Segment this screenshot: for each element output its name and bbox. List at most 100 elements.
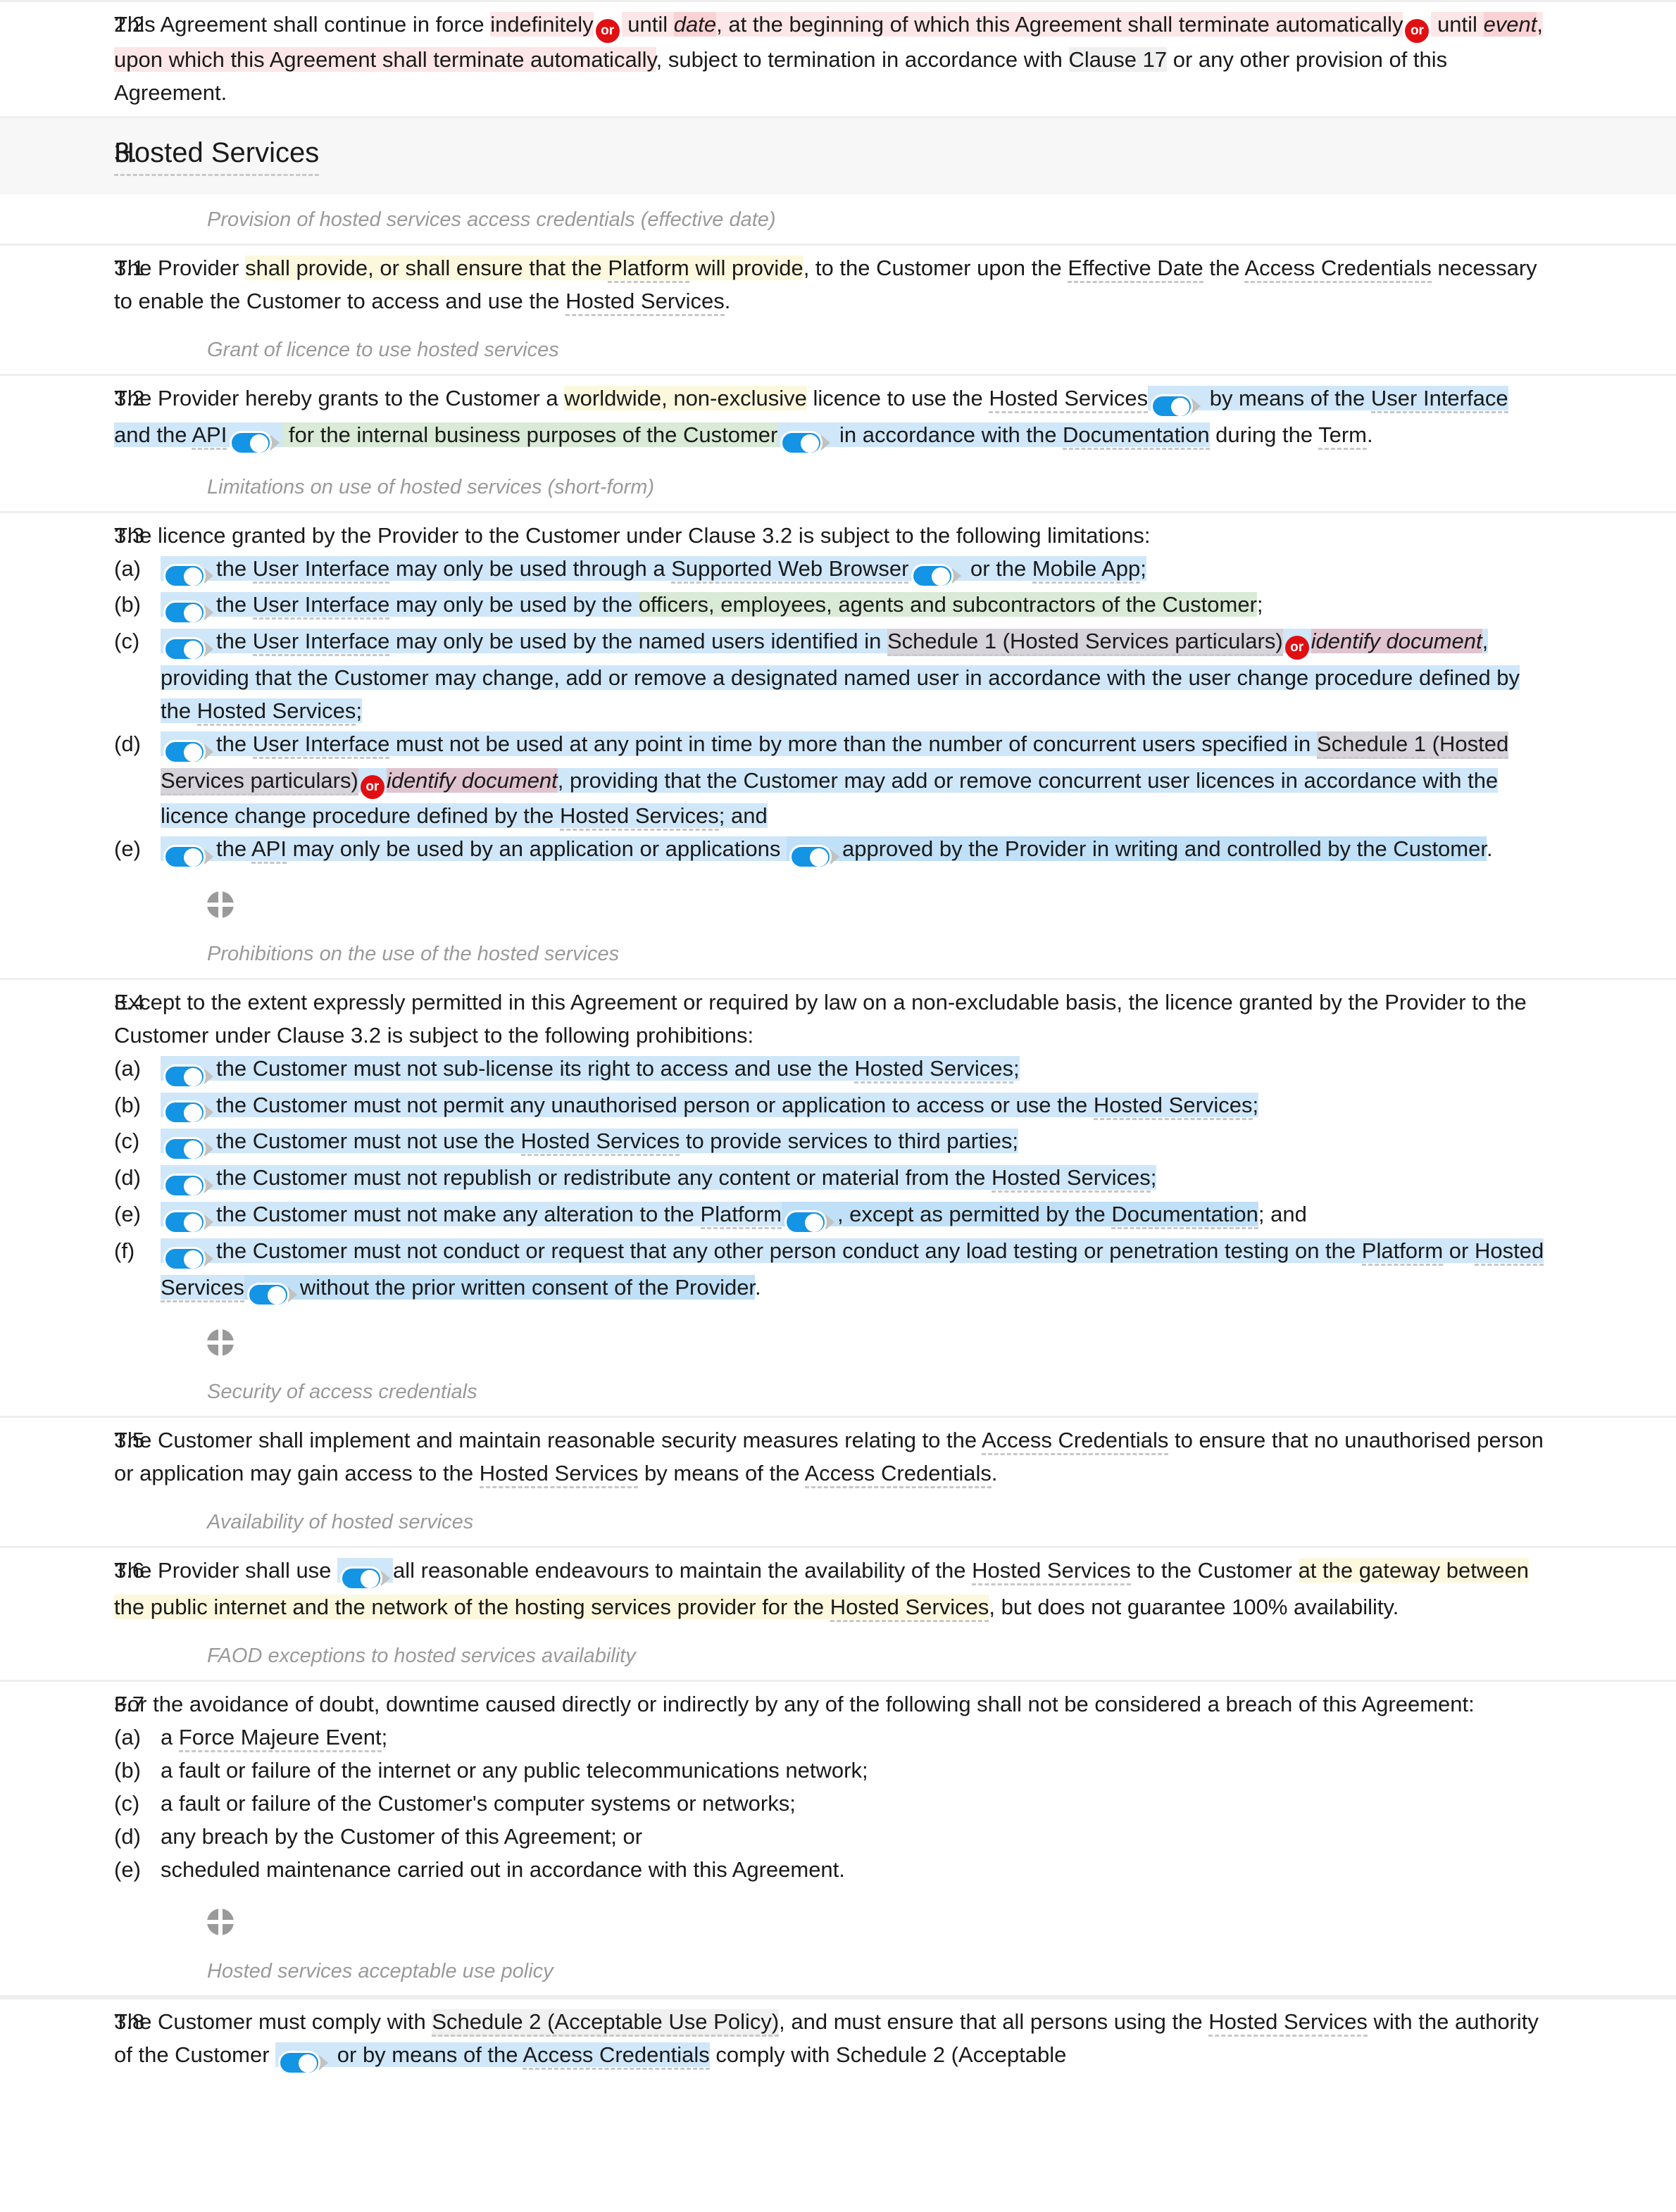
optional-block[interactable]: the User Interface may only be used by t…	[161, 592, 639, 625]
toggle-switch-on[interactable]	[163, 739, 213, 764]
cross-reference-schedule-2[interactable]: Schedule 2 (Acceptable Use Policy)	[432, 2009, 780, 2037]
option-indefinitely[interactable]: indefinitely	[490, 12, 594, 37]
list-item[interactable]: (c) a fault or failure of the Customer's…	[114, 1787, 1549, 1820]
defined-term-user-interface[interactable]: User Interface	[1370, 386, 1508, 413]
optional-block[interactable]: the User Interface may only be used thro…	[161, 555, 909, 589]
toggle-switch-on[interactable]	[163, 1209, 213, 1234]
cross-reference-schedule-1[interactable]: Schedule 1 (Hosted Services particulars)	[887, 629, 1283, 657]
optional-block[interactable]: the API may only be used by an applicati…	[161, 836, 787, 869]
move-handle-icon[interactable]	[207, 891, 234, 918]
clause-3-3[interactable]: 3.3 The licence granted by the Provider …	[0, 513, 1676, 876]
section-heading-3[interactable]: 3. Hosted Services	[0, 116, 1676, 194]
list-item[interactable]: (b) the Customer must not permit any una…	[114, 1088, 1549, 1125]
optional-block-documentation[interactable]: in accordance with the Documentation	[777, 422, 1210, 455]
or-badge-icon[interactable]: or	[595, 19, 620, 43]
clause-3-4[interactable]: 3.4 Except to the extent expressly permi…	[0, 980, 1676, 1314]
optional-block[interactable]: the Customer must not use the Hosted Ser…	[161, 1129, 1018, 1162]
optional-block[interactable]: the Customer must not permit any unautho…	[161, 1092, 1259, 1125]
optional-block[interactable]: the Customer must not sub-license its ri…	[161, 1055, 1020, 1088]
defined-term-user-interface[interactable]: User Interface	[252, 555, 390, 584]
toggle-switch-on[interactable]	[163, 1100, 213, 1125]
defined-term-hosted-services[interactable]: Hosted Services	[196, 698, 356, 727]
optional-block[interactable]: the User Interface must not be used at a…	[161, 731, 1509, 831]
defined-term-documentation[interactable]: Documentation	[1111, 1201, 1258, 1229]
list-item[interactable]: (d) the Customer must not republish or r…	[114, 1161, 1549, 1198]
clause-3-2[interactable]: 3.2 The Provider hereby grants to the Cu…	[0, 376, 1676, 462]
clause-3-1[interactable]: 3.1 The Provider shall provide, or shall…	[0, 246, 1676, 325]
toggle-switch-on[interactable]	[246, 1283, 297, 1307]
toggle-switch-on[interactable]	[789, 844, 839, 869]
defined-term-hosted-services[interactable]: Hosted Services	[520, 1129, 680, 1157]
toggle-switch-on[interactable]	[163, 1137, 213, 1162]
clause-3-7[interactable]: 3.7 For the avoidance of doubt, downtime…	[0, 1682, 1676, 1893]
defined-term-api[interactable]: API	[192, 422, 227, 450]
optional-block[interactable]: the User Interface may only be used by t…	[161, 629, 1520, 727]
cross-reference-clause-17[interactable]: Clause 17	[1068, 47, 1168, 72]
defined-term-hosted-services[interactable]: Hosted Services	[992, 1165, 1151, 1193]
clause-3-8[interactable]: 3.8 The Customer must comply with Schedu…	[0, 1997, 1676, 2082]
defined-term-hosted-services[interactable]: Hosted Services	[479, 1461, 639, 1489]
defined-term-hosted-services[interactable]: Hosted Services	[1093, 1092, 1253, 1120]
insert-handle-row[interactable]	[0, 1893, 1676, 1946]
defined-term-hosted-services[interactable]: Hosted Services	[830, 1595, 989, 1623]
defined-term-hosted-services[interactable]: Hosted Services	[972, 1558, 1131, 1586]
list-item[interactable]: (e) the API may only be used by an appli…	[114, 832, 1549, 869]
defined-term-hosted-services[interactable]: Hosted Services	[989, 386, 1149, 413]
defined-term-hosted-services[interactable]: Hosted Services	[560, 803, 719, 831]
placeholder-identify-document[interactable]: identify document	[1311, 629, 1482, 654]
list-item[interactable]: (c) the Customer must not use the Hosted…	[114, 1124, 1549, 1162]
defined-term-mobile-app[interactable]: Mobile App	[1032, 555, 1141, 584]
toggle-switch-on[interactable]	[163, 1064, 213, 1088]
optional-worldwide-non-exclusive[interactable]: worldwide, non-exclusive	[564, 386, 807, 410]
list-item[interactable]: (b) a fault or failure of the internet o…	[114, 1754, 1549, 1787]
toggle-switch-on[interactable]	[911, 564, 962, 589]
list-item[interactable]: (d) any breach by the Customer of this A…	[114, 1820, 1549, 1853]
defined-term-api[interactable]: API	[251, 836, 287, 864]
clause-3-6[interactable]: 3.6 The Provider shall use all reasonabl…	[0, 1548, 1676, 1630]
defined-term-access-credentials[interactable]: Access Credentials	[982, 1428, 1169, 1456]
or-badge-icon[interactable]: or	[1284, 636, 1309, 660]
toggle-switch-on[interactable]	[230, 430, 280, 455]
defined-term-user-interface[interactable]: User Interface	[252, 629, 390, 657]
optional-approved-application[interactable]: approved by the Provider in writing and …	[786, 836, 1487, 869]
optional-block-internal-purposes[interactable]	[227, 422, 283, 455]
list-item[interactable]: (c) the User Interface may only be used …	[114, 624, 1549, 727]
option-until-date[interactable]: until date, at the beginning of which th…	[621, 12, 1403, 37]
toggle-switch-on[interactable]	[1151, 394, 1201, 418]
defined-term-documentation[interactable]: Documentation	[1063, 422, 1210, 450]
move-handle-icon[interactable]	[207, 1909, 234, 1936]
move-handle-icon[interactable]	[207, 1329, 234, 1357]
defined-term-access-credentials[interactable]: Access Credentials	[523, 2042, 710, 2070]
defined-term-platform[interactable]: Platform	[608, 256, 689, 283]
list-item[interactable]: (e) the Customer must not make any alter…	[114, 1198, 1549, 1234]
list-item[interactable]: (d) the User Interface must not be used …	[114, 727, 1549, 832]
defined-term-effective-date[interactable]: Effective Date	[1068, 256, 1203, 283]
list-item[interactable]: (a) a Force Majeure Event;	[114, 1721, 1549, 1754]
list-item[interactable]: (e) scheduled maintenance carried out in…	[114, 1853, 1549, 1886]
placeholder-identify-document[interactable]: identify document	[386, 767, 558, 793]
defined-term-user-interface[interactable]: User Interface	[252, 592, 390, 620]
optional-officers-employees[interactable]: officers, employees, agents and subcontr…	[638, 592, 1257, 617]
or-badge-icon[interactable]: or	[360, 774, 384, 799]
placeholder-event[interactable]: event	[1483, 12, 1537, 37]
optional-block[interactable]: the Customer must not make any alteratio…	[161, 1201, 782, 1234]
optional-except-documentation[interactable]: , except as permitted by the Documentati…	[781, 1201, 1258, 1234]
list-item[interactable]: (b) the User Interface may only be used …	[114, 588, 1549, 625]
defined-term-hosted-services[interactable]: Hosted Services	[565, 289, 725, 316]
list-item[interactable]: (a) the User Interface may only be used …	[114, 552, 1549, 589]
optional-internal-business-purposes[interactable]: for the internal business purposes of th…	[282, 422, 778, 447]
defined-term-supported-web-browser[interactable]: Supported Web Browser	[671, 555, 909, 584]
toggle-switch-on[interactable]	[163, 1173, 213, 1198]
toggle-switch-on[interactable]	[340, 1566, 391, 1591]
insert-handle-row[interactable]	[0, 1314, 1676, 1366]
toggle-switch-on[interactable]	[163, 1246, 213, 1271]
toggle-switch-on[interactable]	[163, 564, 213, 589]
defined-term-term[interactable]: Term	[1318, 422, 1367, 450]
defined-term-platform[interactable]: Platform	[1361, 1238, 1444, 1266]
toggle-switch-on[interactable]	[784, 1209, 834, 1234]
toggle-switch-on[interactable]	[780, 430, 831, 455]
clause-3-5[interactable]: 3.5 The Customer shall implement and mai…	[0, 1418, 1676, 1497]
toggle-switch-on[interactable]	[278, 2051, 329, 2075]
optional-provision[interactable]: shall provide, or shall ensure that the …	[245, 256, 803, 283]
toggle-switch-on[interactable]	[163, 601, 213, 625]
